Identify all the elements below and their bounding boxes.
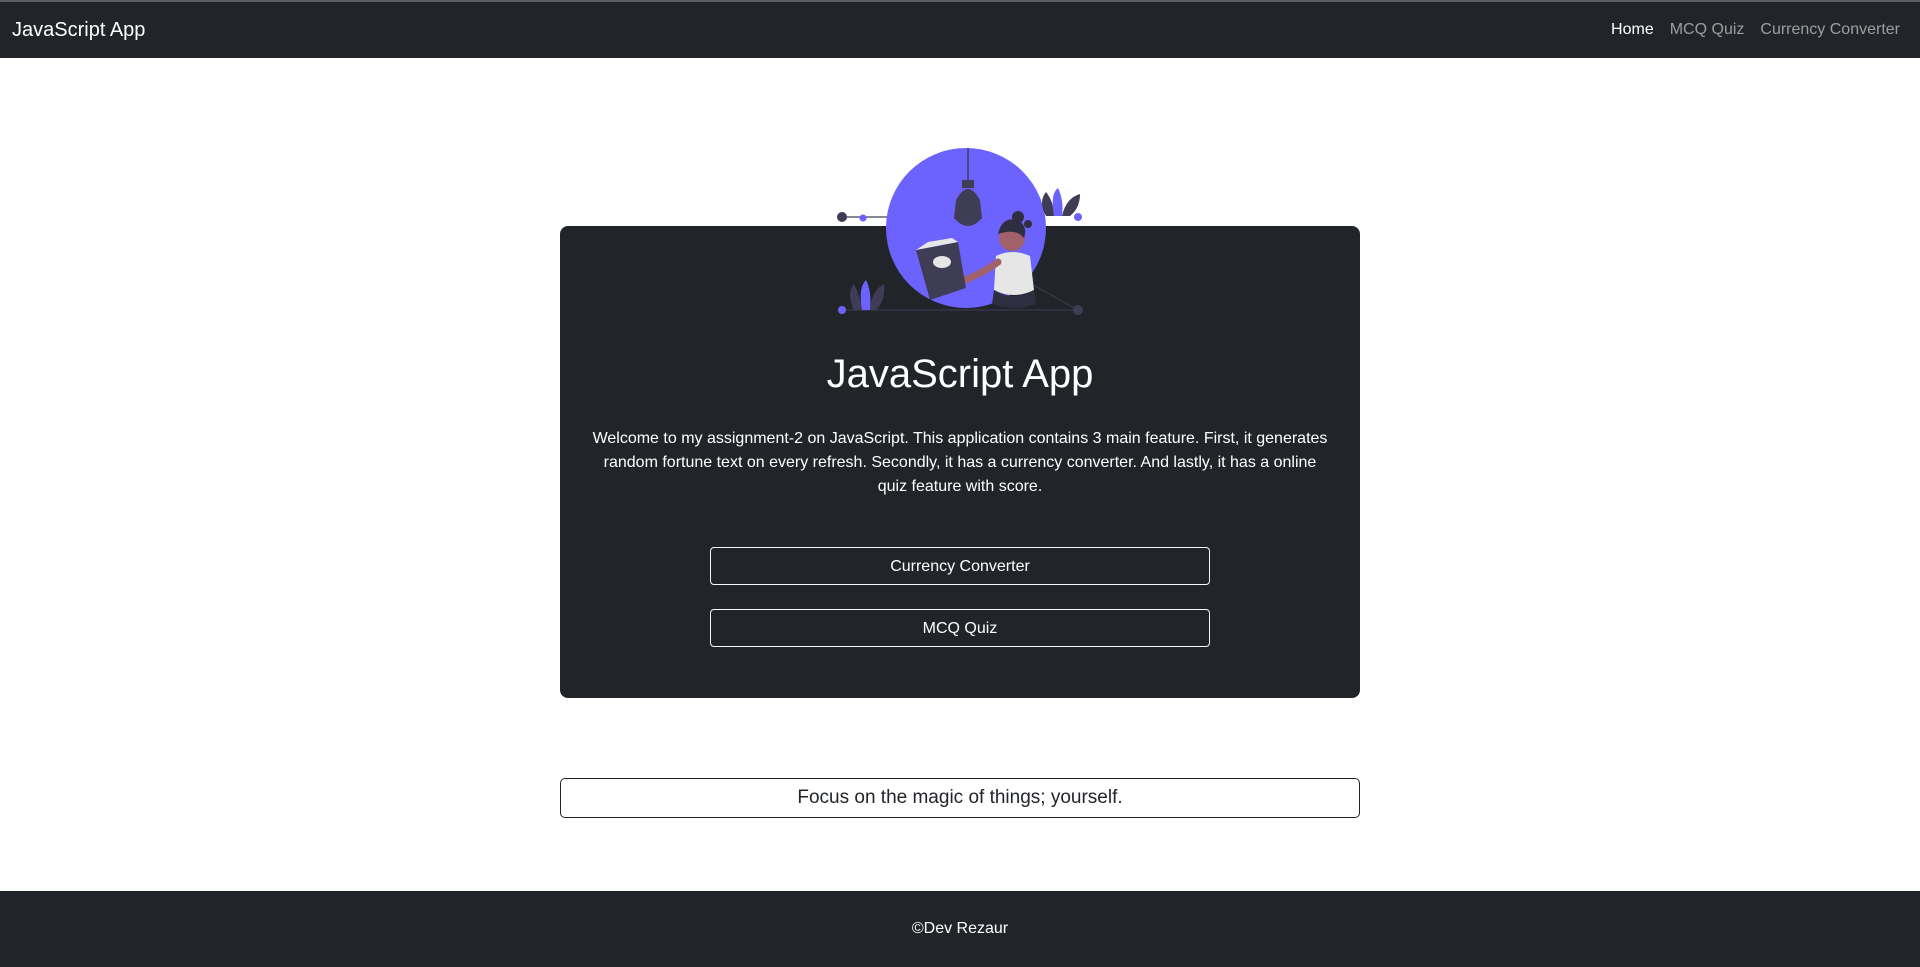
plant-leaf	[1052, 188, 1063, 216]
plant-leaf	[1062, 194, 1080, 216]
navbar: JavaScript App Home MCQ Quiz Currency Co…	[0, 2, 1920, 58]
footer-copyright: ©Dev Rezaur	[911, 920, 1009, 937]
mcq-quiz-button[interactable]: MCQ Quiz	[710, 609, 1210, 647]
dot	[859, 214, 867, 222]
hero-description: Welcome to my assignment-2 on JavaScript…	[592, 430, 1328, 495]
woman-bun	[1024, 220, 1032, 228]
nav-link-currency-converter[interactable]: Currency Converter	[1760, 21, 1900, 39]
nav-links: Home MCQ Quiz Currency Converter	[1595, 21, 1900, 39]
dot	[1073, 305, 1083, 315]
fortune-text-box: Focus on the magic of things; yourself.	[560, 778, 1360, 818]
nav-link-home[interactable]: Home	[1611, 21, 1654, 39]
book-mark	[933, 256, 951, 268]
bulb-cap	[962, 180, 974, 188]
woman-reading-lightbulb-illustration	[837, 148, 1083, 315]
nav-link-mcq-quiz[interactable]: MCQ Quiz	[1670, 21, 1745, 39]
woman-bun	[1012, 211, 1024, 223]
hero-title: JavaScript App	[826, 352, 1094, 396]
plant-leaf	[860, 280, 871, 310]
navbar-brand[interactable]: JavaScript App	[12, 19, 145, 42]
dot	[837, 212, 847, 222]
footer: ©Dev Rezaur	[0, 891, 1920, 967]
dot	[838, 306, 846, 314]
plant-leaf	[850, 284, 862, 310]
plant-leaf	[870, 284, 885, 310]
woman-top	[994, 252, 1034, 295]
currency-converter-button[interactable]: Currency Converter	[710, 547, 1210, 585]
dot	[1074, 213, 1082, 221]
